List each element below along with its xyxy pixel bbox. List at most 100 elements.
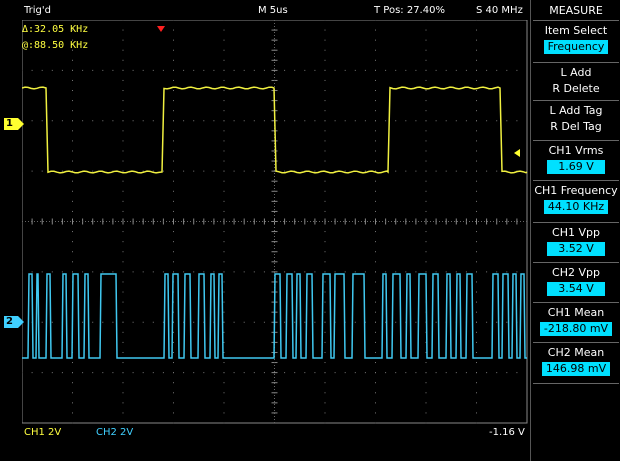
measurement-ch2-vpp[interactable]: CH2 Vpp 3.54 V [533,262,619,303]
grid-dot [122,180,124,182]
grid-dot [193,271,195,273]
grid-dot [122,281,124,283]
measurement-value: 44.10 KHz [543,200,609,214]
ch2-ground-marker[interactable]: 2 [4,316,24,328]
grid-dot [82,69,84,71]
grid-dot [31,120,33,122]
grid-dot [173,331,174,333]
cursor-b-readout: @:88.50 KHz [22,40,89,51]
grid-dot [223,160,225,162]
grid-dot [375,321,376,323]
grid-dot [223,190,225,192]
grid-dot [223,241,225,243]
grid-dot [314,372,316,374]
grid-dot [183,120,185,122]
grid-dot [173,110,174,112]
grid-dot [324,402,326,404]
grid-dot [425,200,427,202]
grid-dot [72,79,73,81]
grid-dot [223,170,225,172]
grid-dot [425,110,427,112]
grid-dot [41,69,43,71]
grid-dot [253,120,255,122]
grid-dot [223,291,225,293]
grid-dot [263,321,265,323]
grid-dot [223,49,225,51]
grid-dot [152,120,154,122]
grid-dot [132,271,134,273]
measurement-value: 3.52 V [547,242,605,256]
measurement-value: 146.98 mV [541,362,611,376]
grid-dot [122,39,124,41]
ch1-ground-marker[interactable]: 1 [4,118,24,130]
grid-dot [425,241,427,243]
grid-dot [122,291,124,293]
grid-dot [102,372,104,374]
grid-dot [72,69,73,71]
grid-dot [375,190,376,192]
measurement-label: CH1 Frequency [534,184,618,197]
grid-dot [324,180,326,182]
measurement-ch1-frequency[interactable]: CH1 Frequency 44.10 KHz [533,180,619,223]
grid-dot [476,130,477,132]
grid-dot [375,210,376,212]
grid-dot [294,120,296,122]
grid-dot [173,79,174,81]
grid-dot [173,140,174,142]
grid-dot [375,130,376,132]
grid-dot [324,59,326,61]
grid-dot [223,422,225,424]
measurement-ch1-mean[interactable]: CH1 Mean -218.80 mV [533,302,619,343]
grid-dot [425,20,427,21]
trigger-level-marker[interactable] [514,149,520,157]
grid-dot [435,170,437,172]
measurement-value: -218.80 mV [539,322,613,336]
grid-dot [324,362,326,364]
grid-dot [243,170,245,172]
grid-dot [223,341,225,343]
grid-dot [122,321,124,323]
grid-dot [213,170,215,172]
grid-dot [72,200,73,202]
waveform-display[interactable] [22,20,528,424]
measurement-value: 3.54 V [547,282,605,296]
grid-dot [173,422,174,424]
grid-dot [304,372,306,374]
grid-dot [122,69,124,71]
grid-dot [72,160,73,162]
tag-button[interactable]: L Add Tag R Del Tag [533,100,619,141]
grid-dot [476,90,477,92]
grid-dot [435,271,437,273]
grid-dot [324,422,326,424]
grid-dot [425,130,427,132]
grid-dot [425,412,427,414]
grid-dot [334,372,336,374]
grid-dot [263,120,265,122]
measurement-ch2-mean[interactable]: CH2 Mean 146.98 mV [533,342,619,383]
grid-dot [476,351,477,353]
grid-dot [425,160,427,162]
grid-dot [324,412,326,414]
grid-dot [142,120,144,122]
measurement-ch1-vrms[interactable]: CH1 Vrms 1.69 V [533,140,619,181]
grid-dot [173,402,174,404]
item-select-button[interactable]: Item Select Frequency [533,20,619,63]
grid-dot [122,231,124,233]
grid-dot [61,271,63,273]
grid-dot [72,20,73,21]
measurement-ch1-vpp[interactable]: CH1 Vpp 3.52 V [533,222,619,263]
grid-dot [223,281,225,283]
grid-dot [425,120,427,122]
grid-dot [425,39,427,41]
grid-dot [415,372,417,374]
grid-dot [324,281,326,283]
grid-dot [122,29,124,31]
add-delete-button[interactable]: L Add R Delete [533,62,619,101]
grid-dot [233,69,235,71]
grid-dot [375,291,376,293]
grid-dot [496,321,498,323]
grid-dot [173,271,174,273]
grid-dot [415,69,417,71]
grid-dot [364,69,366,71]
grid-dot [223,140,225,142]
